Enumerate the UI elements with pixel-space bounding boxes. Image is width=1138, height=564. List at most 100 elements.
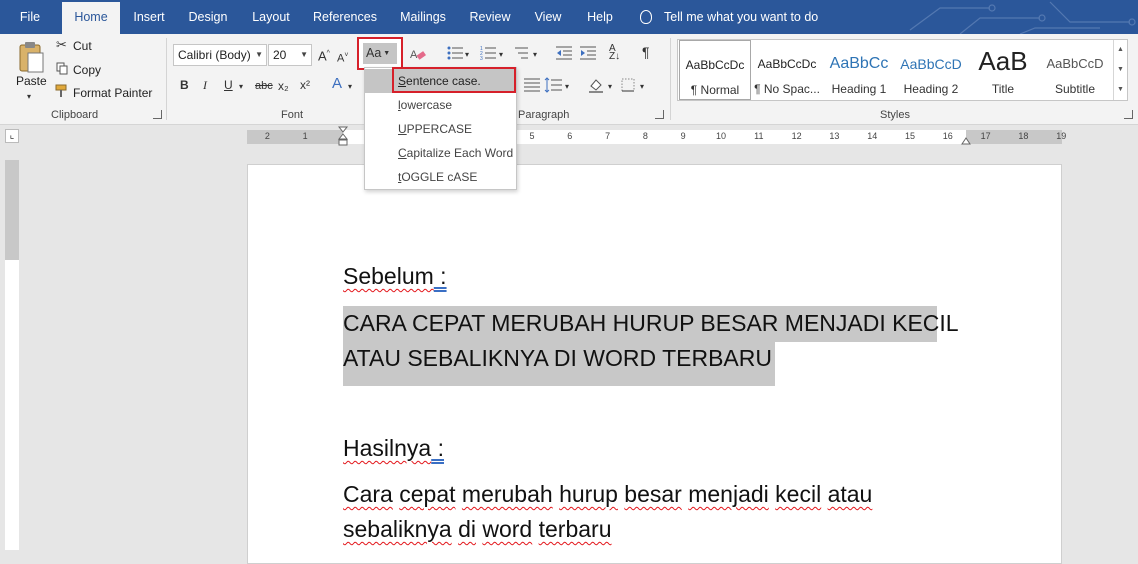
menu-item-uppercase[interactable]: UPPERCASE [365, 117, 516, 141]
paragraph-launcher-icon[interactable] [655, 110, 664, 119]
result-colon: : [431, 435, 444, 461]
bullets-dropdown-icon[interactable]: ▾ [465, 48, 469, 62]
menu-item-capitalize-each-word[interactable]: Capitalize Each Word [365, 141, 516, 165]
shading-dropdown-icon[interactable]: ▾ [608, 80, 612, 94]
format-painter-icon [55, 84, 69, 98]
tab-mailings[interactable]: Mailings [392, 0, 454, 34]
paste-label[interactable]: Paste [16, 74, 47, 88]
tab-help[interactable]: Help [578, 0, 622, 34]
clear-formatting-icon[interactable]: A [410, 46, 426, 62]
bold-button[interactable]: B [180, 78, 189, 92]
sentence-case-highlight [392, 67, 516, 93]
uppercase-line-2[interactable]: ATAU SEBALIKNYA DI WORD TERBARU [343, 341, 772, 376]
style-subtitle[interactable]: AaBbCcD Subtitle [1039, 40, 1111, 100]
right-indent-marker-icon[interactable] [961, 134, 971, 145]
word: kecil [775, 481, 822, 507]
uppercase-line-1[interactable]: CARA CEPAT MERUBAH HURUP BESAR MENJADI K… [343, 306, 959, 341]
group-separator [670, 38, 671, 120]
shading-icon[interactable] [588, 77, 604, 93]
grow-font-icon[interactable]: A^ [318, 47, 330, 63]
borders-dropdown-icon[interactable]: ▾ [640, 80, 644, 94]
menu-item-toggle-case[interactable]: tOGGLE cASE [365, 165, 516, 189]
cut-button[interactable]: Cut [73, 39, 92, 53]
ruler-number: 9 [680, 131, 686, 141]
ruler-number: 15 [905, 131, 916, 141]
scroll-up-icon[interactable]: ▲ [1114, 40, 1127, 60]
styles-launcher-icon[interactable] [1124, 110, 1133, 119]
tab-view[interactable]: View [526, 0, 570, 34]
borders-icon[interactable] [621, 78, 635, 92]
line-spacing-icon[interactable] [544, 77, 562, 93]
bullets-icon[interactable] [447, 46, 463, 60]
horizontal-ruler[interactable]: ⌞ 2112345678910111213141516171819 [0, 126, 1138, 148]
paste-icon[interactable] [17, 41, 45, 75]
clipboard-launcher-icon[interactable] [153, 110, 162, 119]
indent-marker-icon[interactable] [337, 126, 349, 148]
word: Cara [343, 481, 393, 507]
sort-icon[interactable]: A Z↓ [609, 44, 620, 62]
superscript-button[interactable]: x² [300, 78, 310, 92]
ruler-number: 11 [754, 131, 764, 141]
italic-button[interactable]: I [203, 78, 207, 92]
change-case-button[interactable]: Aa ▼ [363, 43, 397, 64]
numbering-icon[interactable]: 123 [480, 46, 496, 62]
multilevel-dropdown-icon[interactable]: ▾ [533, 48, 537, 62]
underline-button[interactable]: U [224, 78, 233, 92]
subscript-button[interactable]: x₂ [278, 79, 289, 93]
font-name-dropdown[interactable]: Calibri (Body) ▼ [173, 44, 267, 66]
word: terbaru [538, 516, 612, 542]
paste-dropdown-arrow-icon[interactable]: ▾ [27, 90, 31, 104]
style-no-spacing[interactable]: AaBbCcDc ¶ No Spac... [751, 40, 823, 100]
strikethrough-button[interactable]: abc [255, 79, 273, 93]
ruler-number: 7 [605, 131, 611, 141]
scroll-down-icon[interactable]: ▼ [1114, 60, 1127, 80]
style-normal[interactable]: AaBbCcDc ¶ Normal [679, 40, 751, 100]
decrease-indent-icon[interactable] [556, 46, 572, 60]
font-size-dropdown[interactable]: 20 ▼ [268, 44, 312, 66]
tab-review[interactable]: Review [462, 0, 518, 34]
line-spacing-dropdown-icon[interactable]: ▾ [565, 80, 569, 94]
text-effects-dropdown-icon[interactable]: ▾ [348, 80, 352, 94]
more-styles-icon[interactable]: ▼ [1114, 80, 1127, 100]
tab-layout[interactable]: Layout [244, 0, 298, 34]
show-formatting-marks-icon[interactable]: ¶ [642, 45, 650, 59]
tab-home[interactable]: Home [62, 2, 120, 34]
tab-references[interactable]: References [306, 0, 384, 34]
tab-insert[interactable]: Insert [124, 0, 174, 34]
tell-me-box[interactable]: Tell me what you want to do [640, 0, 818, 34]
style-preview: AaB [978, 46, 1028, 76]
word: cepat [399, 481, 456, 507]
copy-icon [56, 62, 68, 75]
vertical-ruler[interactable] [5, 160, 19, 550]
increase-indent-icon[interactable] [580, 46, 596, 60]
text-effects-icon[interactable]: A [332, 76, 342, 91]
align-justify-icon[interactable] [524, 78, 540, 92]
chevron-down-icon: ▼ [255, 50, 263, 59]
format-painter-button[interactable]: Format Painter [73, 86, 152, 100]
underline-dropdown-icon[interactable]: ▾ [239, 80, 243, 94]
lowercase-line-2[interactable]: sebaliknya di word terbaru [343, 512, 612, 547]
style-preview: AaBbCc [829, 55, 889, 72]
numbering-dropdown-icon[interactable]: ▾ [499, 48, 503, 62]
lowercase-line-1[interactable]: Cara cepat merubah hurup besar menjadi k… [343, 477, 872, 512]
shrink-font-icon[interactable]: A˅ [337, 49, 348, 66]
multilevel-list-icon[interactable] [512, 46, 528, 60]
style-heading-1[interactable]: AaBbCc Heading 1 [823, 40, 895, 100]
style-heading-2[interactable]: AaBbCcD Heading 2 [895, 40, 967, 100]
ruler-number: 5 [529, 131, 535, 141]
style-title[interactable]: AaB Title [967, 40, 1039, 100]
style-name: ¶ Normal [690, 83, 740, 97]
tab-design[interactable]: Design [180, 0, 236, 34]
styles-gallery-scroll[interactable]: ▲ ▼ ▼ [1113, 40, 1127, 100]
svg-text:3: 3 [480, 56, 483, 60]
result-heading[interactable]: Hasilnya : [343, 435, 444, 462]
change-case-label: Aa [366, 46, 382, 60]
copy-button[interactable]: Copy [73, 63, 101, 77]
menu-item-lowercase[interactable]: lowercase [365, 93, 516, 117]
style-preview: AaBbCcDc [757, 57, 817, 71]
font-name-value: Calibri (Body) [178, 48, 251, 62]
document-page[interactable]: Sebelum : CARA CEPAT MERUBAH HURUP BESAR… [247, 164, 1062, 564]
before-heading[interactable]: Sebelum : [343, 263, 447, 290]
tab-file[interactable]: File [11, 0, 49, 34]
tab-selector-icon[interactable]: ⌞ [5, 129, 19, 143]
